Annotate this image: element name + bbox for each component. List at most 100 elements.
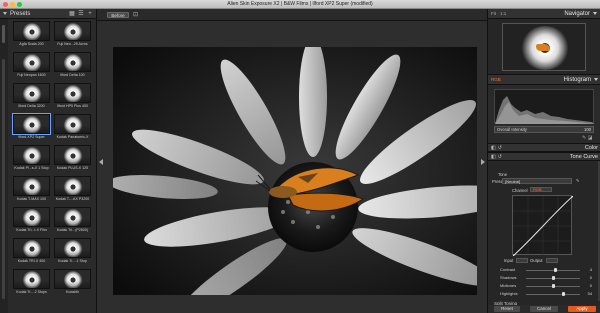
tone-curve-plot xyxy=(511,194,575,258)
cancel-button[interactable]: Cancel xyxy=(530,306,558,312)
navigator-thumbnail[interactable] xyxy=(502,23,586,71)
preset-label: Kodak Tr...-2 Stops xyxy=(16,290,47,294)
slider-value[interactable]: 4 xyxy=(590,267,592,272)
preset-tile[interactable]: Ilford Delta 100 xyxy=(54,52,91,80)
clipping-icon[interactable]: ◪ xyxy=(588,135,593,141)
slider-track[interactable] xyxy=(526,293,580,295)
canvas-toolbar: Before ⊡ xyxy=(97,9,487,21)
preset-thumbnail xyxy=(13,238,50,258)
slider-label: Shadows xyxy=(500,275,517,280)
tone-curve-section-header[interactable]: ◧ ↺ Tone Curve xyxy=(488,152,600,161)
slider-knob[interactable] xyxy=(562,291,565,296)
preset-tile[interactable]: Kodak Panatomic-X xyxy=(54,114,91,142)
preset-tile[interactable]: Ilford Delta 3200 xyxy=(13,83,50,111)
before-button[interactable]: Before xyxy=(107,12,129,18)
preset-label: Ilford Delta 100 xyxy=(60,73,85,77)
tone-curve-graph[interactable] xyxy=(511,194,575,258)
photo-preview[interactable] xyxy=(113,47,477,295)
preset-tile[interactable]: Kodak Tr...-2 Stops xyxy=(13,269,50,297)
slider-knob[interactable] xyxy=(554,267,557,272)
overall-intensity-label: Overall Intensity xyxy=(497,127,528,132)
eyedropper-icon[interactable]: ✎ xyxy=(576,178,580,183)
preset-thumbnail xyxy=(54,238,91,258)
category-strip[interactable] xyxy=(0,19,8,313)
preset-tile[interactable]: Kodak TRI-X 400 xyxy=(13,238,50,266)
preset-thumbnail xyxy=(13,269,50,289)
category-marker xyxy=(2,59,5,299)
preset-tile[interactable]: Kodak T-...AX P3200 xyxy=(54,176,91,204)
tone-preset-dropdown[interactable]: [Neutral] xyxy=(502,178,572,184)
preset-thumbnail xyxy=(54,52,91,72)
preset-thumbnail xyxy=(54,21,91,41)
presets-title: Presets xyxy=(10,10,31,17)
preset-label: Fuji Neopan 1600 xyxy=(17,73,46,77)
toggle-icon[interactable]: ◧ xyxy=(491,154,496,160)
slider-knob[interactable] xyxy=(552,283,555,288)
reset-section-icon[interactable]: ↺ xyxy=(498,145,502,151)
overall-intensity-value[interactable]: 100 xyxy=(584,127,591,132)
slider-value[interactable]: 0 xyxy=(590,275,592,280)
preset-tile[interactable]: Ilford HP5 Plus 400 xyxy=(54,83,91,111)
adjustments-panel: Fit 1:1 Navigator RGB Histogram Overall … xyxy=(487,9,600,313)
toggle-icon[interactable]: ◧ xyxy=(491,145,496,151)
apply-button[interactable]: Apply xyxy=(568,306,596,312)
output-field[interactable] xyxy=(546,258,558,263)
preset-label: Kodalith xyxy=(66,290,79,294)
image-canvas: Before ⊡ xyxy=(97,9,487,313)
midtones-slider[interactable]: Midtones 0 xyxy=(500,283,592,289)
collapse-triangle-icon[interactable] xyxy=(594,78,598,81)
eyedropper-icon[interactable]: ✎ xyxy=(582,135,586,141)
collapse-triangle-icon[interactable] xyxy=(3,12,7,15)
preset-label: Kodak T-...AX P3200 xyxy=(55,197,90,201)
compare-split-icon[interactable]: ⊡ xyxy=(133,12,139,18)
preset-thumbnail xyxy=(12,113,51,135)
color-section-header[interactable]: ◧ ↺ Color xyxy=(488,143,600,152)
preset-label: Kodak T-MAX 100 xyxy=(16,197,47,201)
highlights-slider[interactable]: Highlights 34 xyxy=(500,291,592,297)
slider-track[interactable] xyxy=(526,269,580,271)
histogram-channel-dropdown[interactable]: RGB xyxy=(491,77,501,82)
tone-curve-title: Tone Curve xyxy=(569,153,598,160)
add-preset-icon[interactable]: + xyxy=(87,11,93,17)
histogram-plot xyxy=(495,96,595,124)
grid-view-icon[interactable]: ▦ xyxy=(69,11,75,17)
preset-tile[interactable]: Kodalith xyxy=(54,269,91,297)
slider-label: Contrast xyxy=(500,267,516,272)
slider-knob[interactable] xyxy=(552,275,555,280)
reset-button[interactable]: Reset xyxy=(494,306,520,312)
preset-tile[interactable]: Kodak Pl...s-X 1 Stop xyxy=(13,145,50,173)
preset-tile[interactable]: Kodak PLUS-X 125 xyxy=(54,145,91,173)
collapse-triangle-icon[interactable] xyxy=(593,12,597,15)
overall-intensity-slider[interactable]: Overall Intensity 100 xyxy=(494,126,594,133)
list-view-icon[interactable]: ☰ xyxy=(78,11,84,17)
preset-tile[interactable]: Kodak Tri...(P2600) xyxy=(54,207,91,235)
preset-tile[interactable]: Fuji Neo...29 Acros xyxy=(54,21,91,49)
one-to-one-zoom-button[interactable]: 1:1 xyxy=(500,11,506,16)
shadows-slider[interactable]: Shadows 0 xyxy=(500,275,592,281)
preset-tile[interactable]: Agfa Scala 200 xyxy=(13,21,50,49)
tone-curve-body: Tone Preset [Neutral] ✎ Channel RGB Inpu… xyxy=(488,161,600,313)
histogram-header: RGB Histogram xyxy=(488,75,600,85)
histogram-tools: ✎ ◪ xyxy=(582,135,592,141)
collapse-left-panel-icon[interactable] xyxy=(99,159,103,165)
preset-tile[interactable]: Kodak Tr...-1 Stop xyxy=(54,238,91,266)
slider-value[interactable]: 34 xyxy=(588,291,592,296)
preset-thumbnail xyxy=(54,207,91,227)
collapse-right-panel-icon[interactable] xyxy=(481,159,485,165)
preset-thumbnail xyxy=(54,269,91,289)
preset-tile[interactable]: Fuji Neopan 1600 xyxy=(13,52,50,80)
fit-zoom-button[interactable]: Fit xyxy=(491,11,496,16)
preset-tile-selected[interactable]: Ilford XP2 Super xyxy=(12,113,51,142)
window-title: Alien Skin Exposure X2 | B&W Films | Ilf… xyxy=(227,1,373,7)
tone-label: Tone xyxy=(498,172,508,177)
preset-tile[interactable]: Kodak T-MAX 100 xyxy=(13,176,50,204)
reset-section-icon[interactable]: ↺ xyxy=(498,154,502,160)
presets-header: Presets ▦ ☰ + xyxy=(0,9,96,19)
preset-thumbnail xyxy=(13,207,50,227)
channel-dropdown[interactable]: RGB xyxy=(530,187,552,192)
preset-tile[interactable]: Kodak Tri...t-X Film xyxy=(13,207,50,235)
slider-value[interactable]: 0 xyxy=(590,283,592,288)
navigator-header: Fit 1:1 Navigator xyxy=(488,9,600,19)
contrast-slider[interactable]: Contrast 4 xyxy=(500,267,592,273)
input-field[interactable] xyxy=(516,258,528,263)
